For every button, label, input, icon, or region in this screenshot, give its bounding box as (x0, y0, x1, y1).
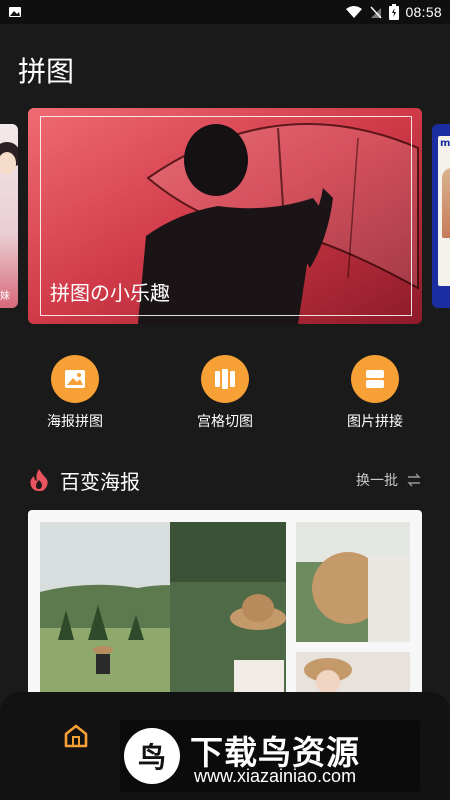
peek-right-text: m ta (440, 138, 450, 149)
feature-icon-circle (201, 355, 249, 403)
swap-icon (407, 473, 421, 487)
watermark-logo: 鸟 (124, 728, 180, 784)
refresh-label: 换一批 (356, 473, 398, 489)
banner-title: 拼图の小乐趣 (50, 281, 170, 305)
feature-row: 海报拼图 宫格切图 图片拼接 (0, 355, 450, 435)
status-right: 08:58 (345, 4, 442, 20)
feature-icon-circle (51, 355, 99, 403)
image-join-icon (366, 370, 384, 388)
grid-cut-icon (215, 369, 235, 389)
no-sim-icon (370, 6, 382, 19)
wifi-icon (346, 6, 363, 18)
feature-image-join[interactable]: 图片拼接 (320, 355, 430, 431)
watermark-overlay: 鸟 下载鸟资源 www.xiazainiao.com (120, 720, 420, 792)
status-time: 08:58 (405, 4, 442, 20)
watermark-logo-glyph: 鸟 (137, 741, 166, 774)
banner-card[interactable]: 拼图の小乐趣 (28, 108, 422, 324)
fire-icon (30, 469, 48, 492)
feature-icon-circle (351, 355, 399, 403)
feature-grid-cut[interactable]: 宫格切图 (170, 355, 280, 431)
section-title: 百变海报 (60, 470, 140, 494)
page-title: 拼图 (18, 55, 75, 88)
peek-left-text: 妹 (0, 291, 10, 302)
banner-carousel[interactable]: 妹 拼图の小乐趣 m ta (0, 108, 450, 324)
feature-label: 图片拼接 (347, 414, 403, 430)
poster-template-card[interactable] (28, 510, 422, 700)
section-header: 百变海报 换一批 (0, 462, 450, 496)
feature-label: 海报拼图 (47, 414, 103, 430)
carousel-next-card[interactable]: m ta (432, 124, 450, 308)
feature-label: 宫格切图 (197, 414, 253, 430)
watermark-url: www.xiazainiao.com (194, 766, 357, 786)
carousel-prev-card[interactable]: 妹 (0, 124, 18, 308)
poster-photos (40, 522, 410, 700)
poster-image-icon (65, 370, 85, 388)
status-left (8, 5, 22, 19)
status-bar: 08:58 (0, 0, 450, 24)
feature-poster-collage[interactable]: 海报拼图 (20, 355, 130, 431)
peek-face-shape (0, 152, 16, 174)
home-icon[interactable] (62, 722, 90, 750)
refresh-button[interactable]: 换一批 (356, 470, 422, 490)
image-icon (9, 7, 21, 17)
battery-icon (389, 4, 400, 20)
peek-right-figure (442, 168, 450, 238)
